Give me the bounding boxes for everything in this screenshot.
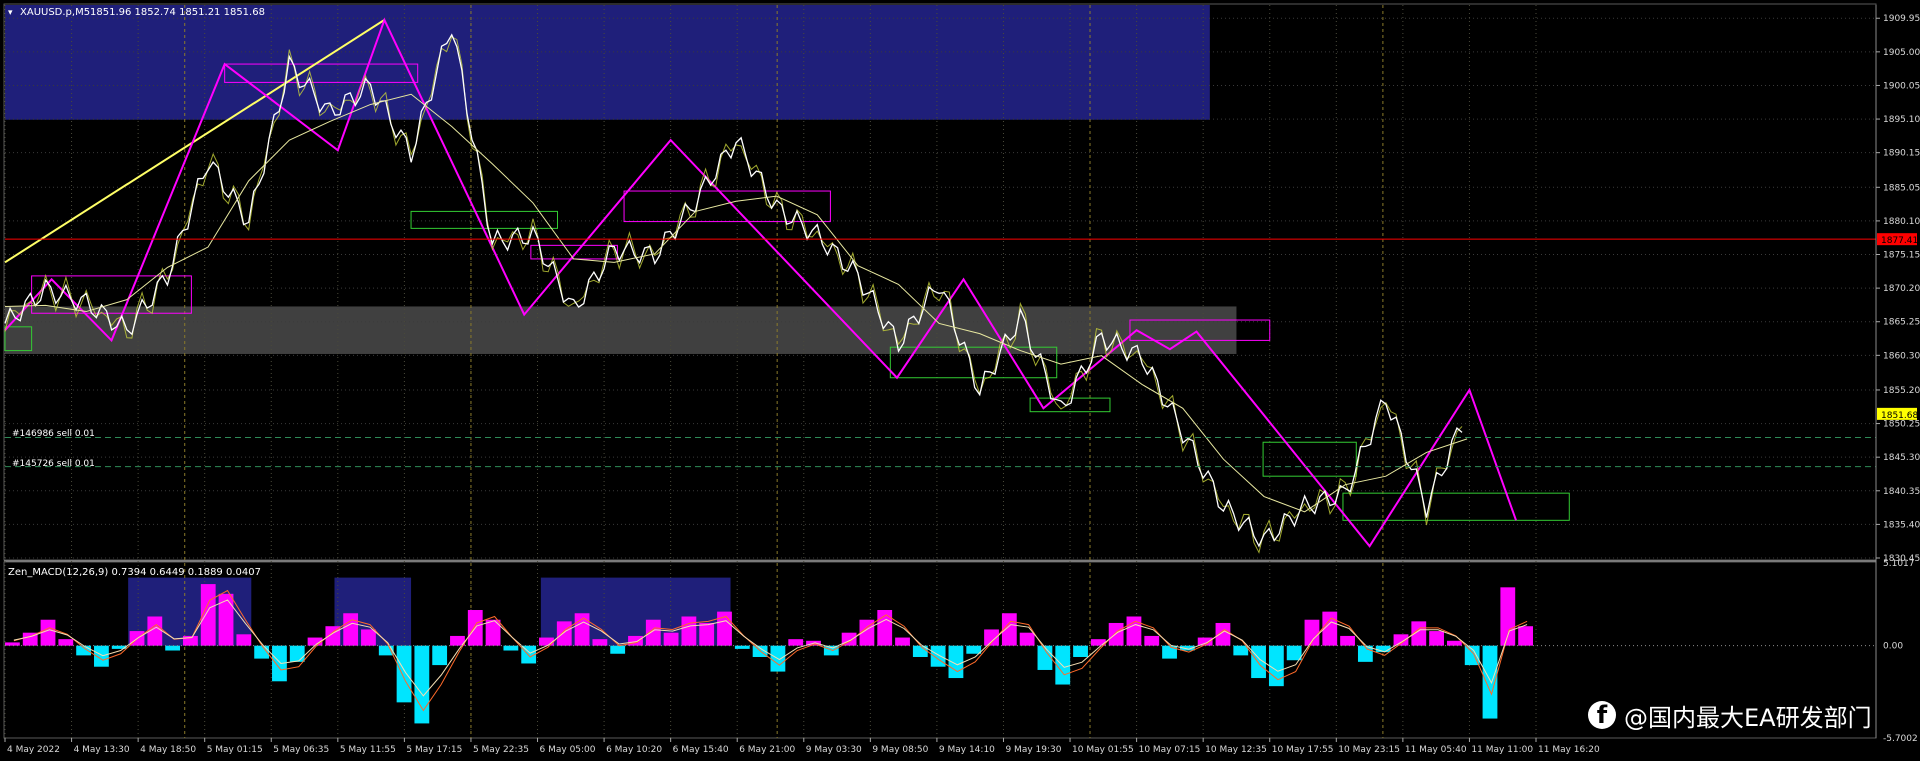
price-tick-label: 1860.30 <box>1883 351 1920 361</box>
macd-bar-negative <box>414 645 430 724</box>
macd-bar-negative <box>378 645 394 656</box>
price-tick-label: 1865.25 <box>1883 318 1920 328</box>
time-tick-label: 11 May 05:40 <box>1405 745 1467 755</box>
price-tick-label: 1900.05 <box>1883 81 1920 91</box>
macd-bar-negative <box>503 645 519 651</box>
time-tick-label: 10 May 17:55 <box>1272 745 1334 755</box>
macd-bar-negative <box>1055 645 1071 685</box>
current-price-label: 1851.68 <box>1881 411 1918 421</box>
macd-bar-positive <box>699 622 715 646</box>
time-tick-label: 4 May 2022 <box>7 745 60 755</box>
macd-bar-positive <box>1108 622 1124 646</box>
macd-tick-label: 5.1017 <box>1883 559 1915 569</box>
macd-bar-positive <box>343 613 359 646</box>
price-tick-label: 1875.15 <box>1883 251 1920 261</box>
price-tick-label: 1845.30 <box>1883 453 1920 463</box>
macd-bar-positive <box>628 635 643 646</box>
price-tick-label: 1890.15 <box>1883 149 1920 159</box>
macd-bar-negative <box>396 645 412 703</box>
time-tick-label: 5 May 17:15 <box>406 745 462 755</box>
macd-bar-negative <box>165 645 181 651</box>
price-tick-label: 1840.35 <box>1883 487 1920 497</box>
price-tick-label: 1905.00 <box>1883 48 1920 58</box>
macd-bar-positive <box>663 632 679 646</box>
macd-bar-positive <box>556 621 572 646</box>
macd-bar-positive <box>574 613 590 646</box>
macd-bar-positive <box>895 637 910 646</box>
time-tick-label: 9 May 14:10 <box>939 745 995 755</box>
time-tick-label: 11 May 11:00 <box>1471 745 1533 755</box>
time-tick-label: 5 May 22:35 <box>473 745 529 755</box>
macd-bar-negative <box>966 645 982 654</box>
macd-bar-positive <box>1126 616 1142 646</box>
time-tick-label: 9 May 08:50 <box>872 745 928 755</box>
macd-bar-negative <box>930 645 946 667</box>
macd-bar-positive <box>218 593 234 646</box>
indicator-title: Zen_MACD(12,26,9) 0.7394 0.6449 0.1889 0… <box>8 567 261 578</box>
price-tick-label: 1895.10 <box>1883 115 1920 125</box>
time-tick-label: 10 May 12:35 <box>1205 745 1267 755</box>
macd-bar-positive <box>58 639 74 646</box>
time-tick-label: 10 May 01:55 <box>1072 745 1134 755</box>
macd-bar-negative <box>432 645 448 666</box>
macd-bar-negative <box>610 645 626 654</box>
macd-bar-positive <box>1019 632 1035 646</box>
macd-bar-negative <box>1233 645 1249 656</box>
ohlc-readout: 1851.96 1852.74 1851.21 1851.68 <box>90 7 265 18</box>
facebook-icon: f <box>1588 701 1616 729</box>
macd-bar-positive <box>539 637 554 646</box>
macd-bar-negative <box>1073 645 1088 657</box>
macd-bar-positive <box>1446 640 1462 646</box>
time-tick-label: 4 May 18:50 <box>140 745 196 755</box>
macd-bar-positive <box>788 639 804 646</box>
chart-title: XAUUSD.p,M5 <box>20 7 90 18</box>
watermark: f @国内最大EA研发部门 <box>1588 698 1872 732</box>
price-tick-label: 1850.25 <box>1883 420 1920 430</box>
order-label-2[interactable]: #145726 sell 0.01 <box>12 459 95 469</box>
macd-bar-positive <box>681 616 697 646</box>
time-tick-label: 10 May 23:15 <box>1338 745 1400 755</box>
macd-bar-positive <box>1144 635 1160 646</box>
time-tick-label: 9 May 19:30 <box>1005 745 1061 755</box>
price-tick-label: 1909.95 <box>1883 14 1920 24</box>
time-tick-label: 6 May 21:00 <box>739 745 795 755</box>
macd-bar-negative <box>1268 645 1284 687</box>
price-tick-label: 1870.20 <box>1883 284 1920 294</box>
macd-bar-positive <box>361 629 376 646</box>
time-tick-label: 6 May 10:20 <box>606 745 662 755</box>
supply-zone <box>5 5 1210 120</box>
time-tick-label: 5 May 01:15 <box>207 745 263 755</box>
macd-bar-negative <box>1286 645 1302 661</box>
price-tick-label: 1835.40 <box>1883 520 1920 530</box>
time-tick-label: 10 May 07:15 <box>1139 745 1201 755</box>
order-label-1[interactable]: #146986 sell 0.01 <box>12 429 95 439</box>
time-tick-label: 5 May 11:55 <box>340 745 396 755</box>
price-tick-label: 1885.05 <box>1883 183 1920 193</box>
price-tick-label: 1855.20 <box>1883 386 1920 396</box>
macd-bar-negative <box>272 645 287 682</box>
time-tick-label: 5 May 06:35 <box>273 745 329 755</box>
price-tick-label: 1880.10 <box>1883 217 1920 227</box>
time-tick-label: 6 May 15:40 <box>673 745 729 755</box>
time-tick-label: 4 May 13:30 <box>74 745 130 755</box>
macd-bar-positive <box>1340 635 1355 646</box>
resistance-price-label: 1877.41 <box>1881 236 1918 246</box>
watermark-text: @国内最大EA研发部门 <box>1624 703 1872 732</box>
macd-bar-negative <box>1162 645 1177 659</box>
macd-bar-positive <box>841 632 857 646</box>
macd-bar-positive <box>236 634 252 646</box>
macd-bar-positive <box>1518 626 1533 646</box>
macd-tick-label: -5.7002 <box>1883 734 1918 744</box>
time-tick-label: 9 May 03:30 <box>806 745 862 755</box>
chevron-down-icon[interactable]: ▾ <box>8 8 13 18</box>
macd-tick-label: 0.00 <box>1883 642 1903 652</box>
trading-chart[interactable]: 1909.95 1905.00 1900.05 1895.10 1890.15 1885.… <box>0 0 1920 761</box>
macd-bar-positive <box>592 639 608 646</box>
macd-bar-positive <box>1001 613 1017 646</box>
time-tick-label: 11 May 16:20 <box>1538 745 1600 755</box>
time-tick-label: 6 May 05:00 <box>540 745 596 755</box>
macd-bar-negative <box>289 645 305 662</box>
macd-bar-positive <box>1429 631 1444 646</box>
